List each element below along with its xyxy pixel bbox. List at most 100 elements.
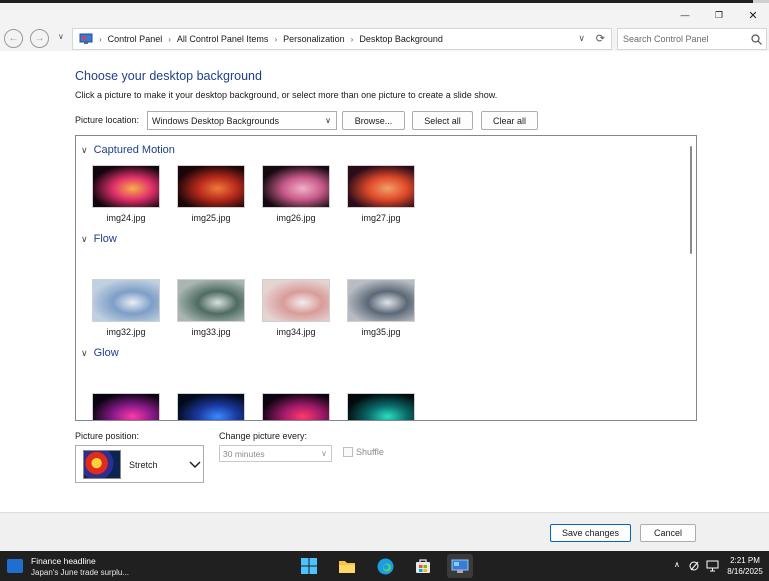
- network-icon[interactable]: [689, 560, 701, 575]
- change-interval-value: 30 minutes: [223, 448, 265, 459]
- picture-position-select[interactable]: Stretch: [75, 445, 204, 483]
- breadcrumb-separator-icon: ›: [168, 34, 171, 44]
- store-icon: [416, 559, 430, 573]
- shuffle-option[interactable]: Shuffle: [343, 447, 384, 457]
- taskbar-store[interactable]: [410, 554, 436, 578]
- arrow-left-icon: ←: [8, 33, 19, 44]
- cancel-button[interactable]: Cancel: [640, 524, 696, 542]
- maximize-button[interactable]: ❐: [702, 3, 736, 27]
- page-description: Click a picture to make it your desktop …: [75, 90, 498, 100]
- arrow-right-icon: →: [34, 33, 45, 44]
- gallery-group-header[interactable]: ∨ Captured Motion: [81, 144, 175, 156]
- breadcrumb-all-items[interactable]: All Control Panel Items: [177, 34, 269, 44]
- wallpaper-thumbnail[interactable]: [92, 279, 160, 322]
- gallery-group-title: Captured Motion: [93, 144, 175, 156]
- recent-locations-chevron-icon[interactable]: ∨: [58, 32, 64, 41]
- gallery-group-header[interactable]: ∨ Flow: [81, 233, 117, 245]
- address-bar[interactable]: › Control Panel › All Control Panel Item…: [72, 28, 612, 50]
- chevron-down-icon: ∨: [321, 449, 327, 458]
- wallpaper-filename: img24.jpg: [106, 213, 146, 223]
- folder-icon: [339, 560, 355, 573]
- picture-location-value: Windows Desktop Backgrounds: [152, 115, 280, 126]
- display-icon[interactable]: [706, 560, 719, 575]
- picture-position-label: Picture position:: [75, 431, 140, 441]
- select-all-button[interactable]: Select all: [412, 111, 473, 130]
- picture-location-select[interactable]: Windows Desktop Backgrounds ∨: [147, 111, 337, 130]
- clock-time: 2:21 PM: [730, 556, 760, 565]
- taskbar: Finance headline Japan's June trade surp…: [0, 551, 769, 581]
- chevron-down-icon: [189, 461, 201, 469]
- close-button[interactable]: ✕: [736, 3, 769, 27]
- news-subtitle[interactable]: Japan's June trade surplu...: [31, 568, 129, 577]
- change-interval-label: Change picture every:: [219, 431, 308, 441]
- breadcrumb-separator-icon: ›: [99, 34, 102, 44]
- control-panel-icon: [79, 33, 93, 44]
- page-title: Choose your desktop background: [75, 69, 262, 83]
- start-button[interactable]: [296, 554, 322, 578]
- wallpaper-thumbnail[interactable]: [177, 165, 245, 208]
- browse-button[interactable]: Browse...: [342, 111, 405, 130]
- wallpaper-thumbnail[interactable]: [347, 165, 415, 208]
- main-content: Choose your desktop background Click a p…: [0, 51, 769, 512]
- picture-location-label: Picture location:: [75, 115, 140, 125]
- collapse-chevron-icon[interactable]: ∨: [81, 348, 88, 359]
- wallpaper-filename: img32.jpg: [106, 327, 146, 337]
- wallpaper-thumbnail[interactable]: [347, 393, 415, 420]
- back-button[interactable]: ←: [4, 29, 23, 48]
- clear-all-button[interactable]: Clear all: [481, 111, 538, 130]
- wallpaper-thumbnail[interactable]: [92, 393, 160, 420]
- address-row: ← → ∨ › Control Panel › All Control Pane…: [0, 27, 769, 51]
- change-interval-select[interactable]: 30 minutes ∨: [219, 445, 332, 462]
- shuffle-checkbox[interactable]: [343, 447, 353, 457]
- minimize-button[interactable]: —: [668, 3, 702, 27]
- wallpaper-filename: img34.jpg: [276, 327, 316, 337]
- taskbar-control-panel[interactable]: [447, 554, 473, 578]
- wallpaper-thumbnail[interactable]: [177, 279, 245, 322]
- title-bar: — ❐ ✕: [0, 3, 769, 27]
- picture-position-value: Stretch: [129, 460, 158, 470]
- gallery-group-title: Flow: [93, 233, 117, 245]
- wallpaper-thumbnail[interactable]: [92, 165, 160, 208]
- breadcrumb-separator-icon: ›: [274, 34, 278, 44]
- search-icon: [751, 34, 762, 45]
- wallpaper-thumbnail[interactable]: [262, 165, 330, 208]
- windows-logo-icon: [301, 558, 317, 574]
- collapse-chevron-icon[interactable]: ∨: [81, 145, 88, 156]
- search-input[interactable]: Search Control Panel: [617, 28, 767, 50]
- control-panel-icon: [451, 559, 469, 573]
- wallpaper-filename: img25.jpg: [191, 213, 231, 223]
- forward-button[interactable]: →: [30, 29, 49, 48]
- position-preview-image: [83, 450, 121, 479]
- taskbar-edge[interactable]: [372, 554, 398, 578]
- dialog-footer: Save changes Cancel: [0, 512, 769, 551]
- shuffle-label: Shuffle: [356, 447, 384, 457]
- breadcrumb-separator-icon: ›: [350, 34, 354, 44]
- wallpaper-filename: img35.jpg: [361, 327, 401, 337]
- picture-gallery[interactable]: ∨ Captured Motion img24.jpg img25.jpg img26.…: [75, 135, 697, 421]
- news-headline[interactable]: Finance headline: [31, 556, 96, 566]
- collapse-chevron-icon[interactable]: ∨: [81, 234, 88, 245]
- refresh-icon[interactable]: ⟳: [596, 32, 605, 45]
- save-changes-button[interactable]: Save changes: [550, 524, 631, 542]
- address-dropdown-chevron-icon[interactable]: ∨: [578, 33, 585, 44]
- breadcrumb-personalization[interactable]: Personalization: [283, 34, 345, 44]
- taskbar-clock[interactable]: 2:21 PM 8/16/2025: [724, 555, 766, 577]
- taskbar-file-explorer[interactable]: [334, 554, 360, 578]
- clock-date: 8/16/2025: [727, 567, 763, 576]
- wallpaper-filename: img26.jpg: [276, 213, 316, 223]
- wallpaper-filename: img33.jpg: [191, 327, 231, 337]
- edge-browser-icon: [377, 558, 393, 574]
- gallery-group-title: Glow: [93, 347, 119, 359]
- breadcrumb-desktop-background[interactable]: Desktop Background: [359, 34, 443, 44]
- gallery-scrollbar[interactable]: [690, 146, 692, 254]
- wallpaper-thumbnail[interactable]: [262, 279, 330, 322]
- breadcrumb-control-panel[interactable]: Control Panel: [108, 34, 163, 44]
- gallery-group-header[interactable]: ∨ Glow: [81, 347, 119, 359]
- news-widget-icon[interactable]: [7, 559, 23, 573]
- wallpaper-thumbnail[interactable]: [262, 393, 330, 420]
- wallpaper-thumbnail[interactable]: [347, 279, 415, 322]
- wallpaper-thumbnail[interactable]: [177, 393, 245, 420]
- wallpaper-filename: img27.jpg: [361, 213, 401, 223]
- show-hidden-icons-chevron-icon[interactable]: ∧: [674, 560, 680, 569]
- search-placeholder: Search Control Panel: [623, 34, 709, 44]
